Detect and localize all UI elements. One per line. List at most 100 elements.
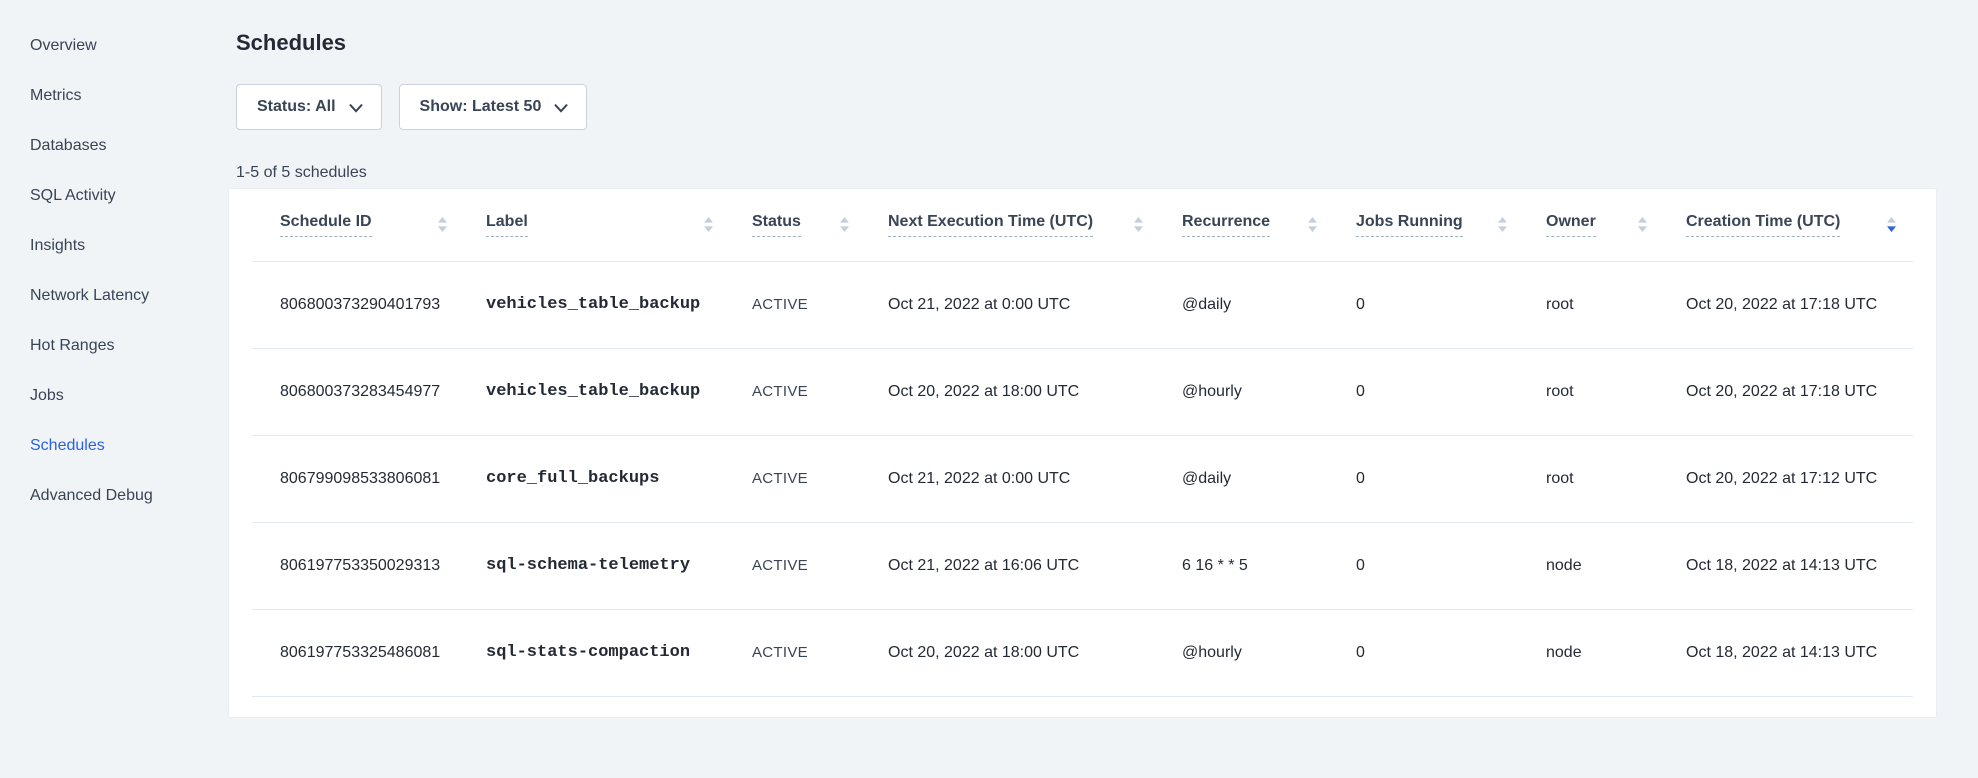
table-cell: Oct 21, 2022 at 0:00 UTC bbox=[888, 435, 1182, 522]
table-cell: node bbox=[1546, 609, 1686, 696]
sort-icon bbox=[1497, 216, 1508, 233]
sidebar-item-insights[interactable]: Insights bbox=[0, 221, 228, 271]
status-filter-dropdown[interactable]: Status: All bbox=[236, 84, 382, 130]
table-cell: 0 bbox=[1356, 261, 1546, 348]
table-cell: Oct 20, 2022 at 18:00 UTC bbox=[888, 609, 1182, 696]
sort-icon bbox=[437, 216, 448, 233]
table-cell: Oct 20, 2022 at 17:18 UTC bbox=[1686, 261, 1913, 348]
column-header-creation-time-utc[interactable]: Creation Time (UTC) bbox=[1686, 189, 1913, 261]
table-cell: 0 bbox=[1356, 348, 1546, 435]
chevron-down-icon bbox=[349, 102, 363, 113]
column-header-owner[interactable]: Owner bbox=[1546, 189, 1686, 261]
table-cell: core_full_backups bbox=[486, 435, 752, 522]
chevron-down-icon bbox=[554, 102, 568, 113]
sort-icon bbox=[703, 216, 714, 233]
sort-icon bbox=[1637, 216, 1648, 233]
table-cell: Oct 21, 2022 at 16:06 UTC bbox=[888, 522, 1182, 609]
sidebar-item-label: Databases bbox=[30, 137, 107, 154]
table-cell: ACTIVE bbox=[752, 522, 888, 609]
status-filter-label: Status: All bbox=[257, 98, 336, 116]
table-cell: 806197753350029313 bbox=[252, 522, 486, 609]
column-header-label: Label bbox=[486, 213, 528, 237]
filters-bar: Status: All Show: Latest 50 bbox=[236, 84, 1978, 130]
table-cell: 0 bbox=[1356, 609, 1546, 696]
sidebar-item-label: SQL Activity bbox=[30, 187, 116, 204]
results-count: 1-5 of 5 schedules bbox=[236, 163, 1978, 183]
table-cell: root bbox=[1546, 435, 1686, 522]
main-content: Schedules Status: All Show: Latest 50 1-… bbox=[236, 0, 1978, 718]
table-cell: 6 16 * * 5 bbox=[1182, 522, 1356, 609]
column-header-label[interactable]: Label bbox=[486, 189, 752, 261]
table-row: 806799098533806081core_full_backupsACTIV… bbox=[252, 435, 1913, 522]
table-cell: Oct 18, 2022 at 14:13 UTC bbox=[1686, 609, 1913, 696]
table-cell: Oct 21, 2022 at 0:00 UTC bbox=[888, 261, 1182, 348]
table-row: 806197753350029313sql-schema-telemetryAC… bbox=[252, 522, 1913, 609]
show-filter-dropdown[interactable]: Show: Latest 50 bbox=[399, 84, 588, 130]
table-cell: 806197753325486081 bbox=[252, 609, 486, 696]
table-cell: 806800373283454977 bbox=[252, 348, 486, 435]
sidebar-item-label: Jobs bbox=[30, 387, 64, 404]
sidebar-item-sql-activity[interactable]: SQL Activity bbox=[0, 171, 228, 221]
sidebar-item-databases[interactable]: Databases bbox=[0, 121, 228, 171]
column-header-label: Status bbox=[752, 213, 801, 237]
sidebar-item-network-latency[interactable]: Network Latency bbox=[0, 271, 228, 321]
table-cell: sql-stats-compaction bbox=[486, 609, 752, 696]
column-header-recurrence[interactable]: Recurrence bbox=[1182, 189, 1356, 261]
column-header-next-execution-time-utc[interactable]: Next Execution Time (UTC) bbox=[888, 189, 1182, 261]
table-cell: @daily bbox=[1182, 261, 1356, 348]
schedules-table: Schedule ID Label Status bbox=[252, 189, 1913, 697]
table-row: 806800373283454977vehicles_table_backupA… bbox=[252, 348, 1913, 435]
column-header-jobs-running[interactable]: Jobs Running bbox=[1356, 189, 1546, 261]
column-header-label: Jobs Running bbox=[1356, 213, 1463, 237]
column-header-label: Owner bbox=[1546, 213, 1596, 237]
show-filter-label: Show: Latest 50 bbox=[420, 98, 542, 116]
table-cell: Oct 20, 2022 at 17:12 UTC bbox=[1686, 435, 1913, 522]
sidebar-item-label: Schedules bbox=[30, 437, 105, 454]
page-title: Schedules bbox=[236, 30, 1978, 56]
table-cell: ACTIVE bbox=[752, 348, 888, 435]
sidebar-item-hot-ranges[interactable]: Hot Ranges bbox=[0, 321, 228, 371]
table-row: 806800373290401793vehicles_table_backupA… bbox=[252, 261, 1913, 348]
sidebar-nav: Overview Metrics Databases SQL Activity … bbox=[0, 0, 228, 778]
column-header-label: Schedule ID bbox=[280, 213, 372, 237]
column-header-label: Creation Time (UTC) bbox=[1686, 213, 1840, 237]
table-header-row: Schedule ID Label Status bbox=[252, 189, 1913, 261]
sidebar-item-jobs[interactable]: Jobs bbox=[0, 371, 228, 421]
table-cell: ACTIVE bbox=[752, 609, 888, 696]
sidebar-item-schedules[interactable]: Schedules bbox=[0, 421, 228, 471]
schedules-table-panel: Schedule ID Label Status bbox=[228, 188, 1937, 718]
column-header-schedule-id[interactable]: Schedule ID bbox=[252, 189, 486, 261]
table-cell: @hourly bbox=[1182, 348, 1356, 435]
sort-icon bbox=[1307, 216, 1318, 233]
sidebar-item-overview[interactable]: Overview bbox=[0, 21, 228, 71]
table-cell: Oct 20, 2022 at 18:00 UTC bbox=[888, 348, 1182, 435]
sort-icon bbox=[839, 216, 850, 233]
table-cell: 0 bbox=[1356, 522, 1546, 609]
sidebar-item-metrics[interactable]: Metrics bbox=[0, 71, 228, 121]
table-cell: root bbox=[1546, 348, 1686, 435]
table-cell: ACTIVE bbox=[752, 261, 888, 348]
sidebar-item-label: Insights bbox=[30, 237, 85, 254]
table-cell: node bbox=[1546, 522, 1686, 609]
column-header-status[interactable]: Status bbox=[752, 189, 888, 261]
sort-icon bbox=[1133, 216, 1144, 233]
sidebar-item-label: Advanced Debug bbox=[30, 487, 153, 504]
table-cell: @hourly bbox=[1182, 609, 1356, 696]
table-body: 806800373290401793vehicles_table_backupA… bbox=[252, 261, 1913, 696]
table-cell: vehicles_table_backup bbox=[486, 348, 752, 435]
table-cell: sql-schema-telemetry bbox=[486, 522, 752, 609]
sort-icon bbox=[1886, 216, 1897, 233]
table-row: 806197753325486081sql-stats-compactionAC… bbox=[252, 609, 1913, 696]
table-cell: 806800373290401793 bbox=[252, 261, 486, 348]
sidebar-item-label: Network Latency bbox=[30, 287, 149, 304]
table-cell: Oct 18, 2022 at 14:13 UTC bbox=[1686, 522, 1913, 609]
sidebar-item-label: Overview bbox=[30, 37, 97, 54]
table-cell: 806799098533806081 bbox=[252, 435, 486, 522]
sidebar-item-advanced-debug[interactable]: Advanced Debug bbox=[0, 471, 228, 521]
table-cell: vehicles_table_backup bbox=[486, 261, 752, 348]
table-cell: Oct 20, 2022 at 17:18 UTC bbox=[1686, 348, 1913, 435]
sidebar-item-label: Hot Ranges bbox=[30, 337, 115, 354]
sidebar-item-label: Metrics bbox=[30, 87, 82, 104]
table-cell: @daily bbox=[1182, 435, 1356, 522]
table-cell: 0 bbox=[1356, 435, 1546, 522]
